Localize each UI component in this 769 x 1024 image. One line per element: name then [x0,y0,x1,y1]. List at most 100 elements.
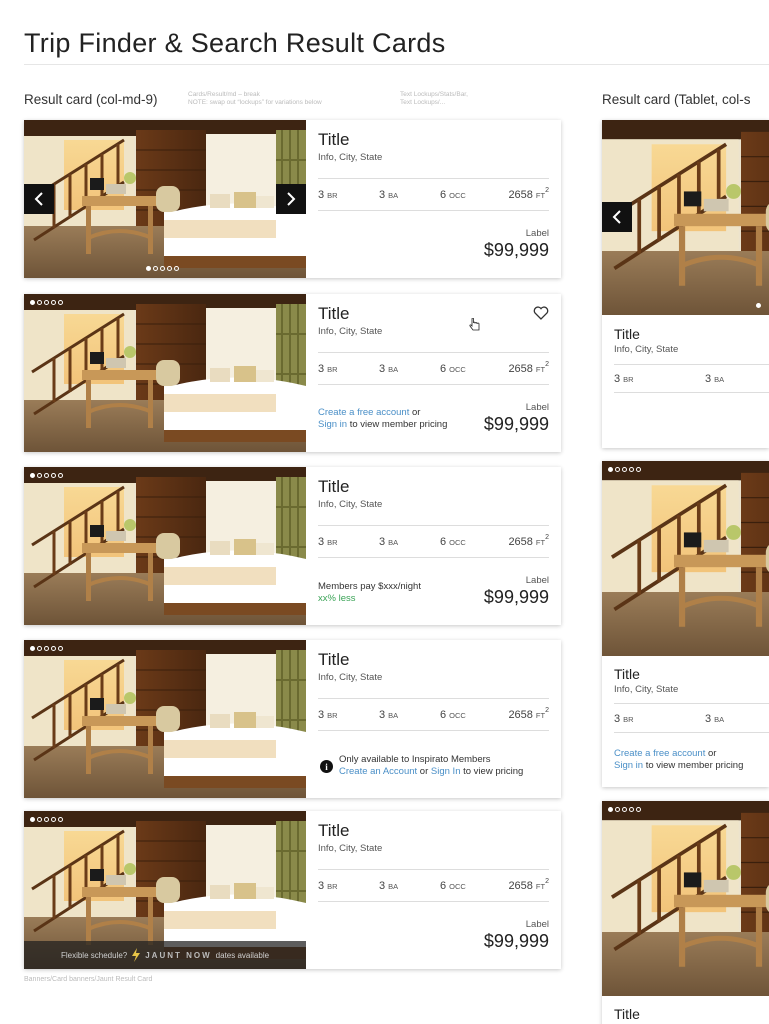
carousel-dot[interactable] [58,473,63,478]
create-account-link[interactable]: Create a free account [318,407,409,418]
carousel-dot[interactable] [608,467,613,472]
stat-bedrooms: 3 BR [614,713,634,725]
carousel-dot[interactable] [146,266,151,271]
jaunt-suffix: dates available [215,950,270,960]
carousel-dot[interactable] [37,817,42,822]
stat-bathrooms: 3 BA [379,363,399,375]
card-title: Title [318,650,350,669]
carousel-dot[interactable] [608,807,613,812]
tablet-result-card[interactable]: Title Info, City, State 3 BR 3 BA [602,120,769,448]
card-location: Info, City, State [318,326,383,337]
card-photo[interactable] [602,801,769,996]
carousel-dot[interactable] [44,300,49,305]
price-value: $99,999 [483,414,549,434]
members-discount: xx% less [318,593,356,604]
divider [318,178,549,179]
divider [614,703,769,704]
stat-occupancy: 6 OCC [440,363,466,375]
divider [318,352,549,353]
carousel-dot[interactable] [37,646,42,651]
stat-square-feet: 2658 FT2 [508,707,549,721]
card-photo[interactable] [24,120,306,278]
jaunt-banner[interactable]: Flexible schedule? JAUNT NOW dates avail… [24,941,306,969]
carousel-dot[interactable] [167,266,172,271]
carousel-dot[interactable] [51,300,56,305]
carousel-prev-button[interactable] [602,202,632,232]
carousel-dot[interactable] [756,303,761,308]
tablet-result-card[interactable]: Title [602,801,769,1024]
divider [318,901,549,902]
member-pricing-prompt: Create a free account or Sign in to view… [318,407,448,430]
result-card[interactable]: Title Info, City, State 3 BR 3 BA 6 OCC 265… [24,467,561,625]
carousel-dots[interactable] [756,303,761,308]
price-label: Label [525,919,549,930]
stat-occupancy: 6 OCC [440,189,466,201]
carousel-dot[interactable] [51,473,56,478]
carousel-dot[interactable] [622,807,627,812]
carousel-dot[interactable] [153,266,158,271]
carousel-dot[interactable] [636,467,641,472]
members-only-notice: Only available to Inspirato Members Crea… [339,754,524,777]
result-card[interactable]: Title Info, City, State 3 BR 3 BA 6 OCC 265… [24,120,561,278]
price-value: $99,999 [483,240,549,260]
carousel-dot[interactable] [58,817,63,822]
result-card[interactable]: Flexible schedule? JAUNT NOW dates avail… [24,811,561,969]
sign-in-link[interactable]: Sign in [318,419,347,430]
carousel-dot[interactable] [30,646,35,651]
carousel-dot[interactable] [160,266,165,271]
card-photo[interactable] [24,294,306,452]
card-photo[interactable] [24,640,306,798]
carousel-dots[interactable] [30,473,63,478]
price-value: $99,999 [483,587,549,607]
sign-in-link[interactable]: Sign In [431,766,461,777]
card-photo[interactable] [24,467,306,625]
carousel-dot[interactable] [629,807,634,812]
carousel-dot[interactable] [30,817,35,822]
price-value: $99,999 [483,931,549,951]
card-title: Title [318,130,350,149]
carousel-dot[interactable] [30,473,35,478]
create-account-link[interactable]: Create a free account [614,748,705,759]
sign-in-link[interactable]: Sign in [614,760,643,771]
carousel-dot[interactable] [629,467,634,472]
result-card[interactable]: Title Info, City, State 3 BR 3 BA 6 OCC 265… [24,640,561,798]
carousel-dot[interactable] [44,646,49,651]
carousel-dots[interactable] [608,807,641,812]
carousel-dot[interactable] [615,807,620,812]
members-pay-text: Members pay $xxx/night xx% less [318,581,421,605]
carousel-dot[interactable] [30,300,35,305]
carousel-dot[interactable] [615,467,620,472]
carousel-dot[interactable] [636,807,641,812]
tablet-result-card[interactable]: Title Info, City, State 3 BR 3 BA Create a… [602,461,769,787]
carousel-dot[interactable] [58,646,63,651]
carousel-dot[interactable] [44,817,49,822]
carousel-dot[interactable] [51,646,56,651]
stat-bathrooms: 3 BA [379,189,399,201]
carousel-dot[interactable] [622,467,627,472]
create-account-link[interactable]: Create an Account [339,766,417,777]
carousel-dots[interactable] [30,817,63,822]
carousel-next-button[interactable] [276,184,306,214]
chevron-left-icon [612,210,621,224]
divider [318,869,549,870]
carousel-dots[interactable] [30,300,63,305]
carousel-dots[interactable] [30,646,63,651]
card-photo[interactable] [602,461,769,656]
heart-icon[interactable] [533,306,549,320]
carousel-dot[interactable] [37,473,42,478]
carousel-prev-button[interactable] [24,184,54,214]
stat-bedrooms: 3 BR [318,536,338,548]
carousel-dot[interactable] [174,266,179,271]
stat-bedrooms: 3 BR [318,189,338,201]
stat-bathrooms: 3 BA [705,713,725,725]
carousel-dot[interactable] [58,300,63,305]
stat-occupancy: 6 OCC [440,536,466,548]
carousel-dot[interactable] [37,300,42,305]
carousel-dots[interactable] [146,266,179,271]
carousel-dot[interactable] [51,817,56,822]
card-title: Title [318,477,350,496]
card-location: Info, City, State [614,344,679,355]
stat-bedrooms: 3 BR [318,880,338,892]
carousel-dot[interactable] [44,473,49,478]
carousel-dots[interactable] [608,467,641,472]
